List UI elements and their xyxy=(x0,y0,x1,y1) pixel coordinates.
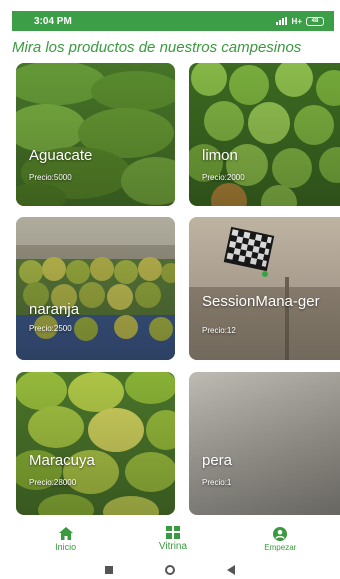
product-card-sessionmanager[interactable]: SessionMana-ger Precio:12 xyxy=(189,217,340,360)
product-name: Aguacate xyxy=(29,147,93,164)
nav-item-inicio[interactable]: Inicio xyxy=(31,526,101,552)
product-price: Precio:2000 xyxy=(202,173,245,182)
image-overlay xyxy=(16,63,175,206)
status-bar: 3:04 PM H+ 48 xyxy=(12,11,334,31)
account-icon xyxy=(273,526,288,541)
system-navigation-bar xyxy=(0,560,340,579)
nav-item-empezar[interactable]: Empezar xyxy=(245,526,315,552)
nav-item-vitrina[interactable]: Vitrina xyxy=(138,526,208,552)
image-overlay xyxy=(16,372,175,515)
image-overlay xyxy=(16,217,175,360)
product-name: naranja xyxy=(29,301,80,318)
nav-label: Empezar xyxy=(264,542,297,552)
product-card-maracuya[interactable]: Maracuya Precio:28000 xyxy=(16,372,175,515)
battery-icon: 48 xyxy=(306,16,324,26)
product-card-limon[interactable]: limon Precio:2000 xyxy=(189,63,340,206)
bottom-navigation: Inicio Vitrina Empezar xyxy=(12,518,334,560)
nav-label: Vitrina xyxy=(158,541,188,552)
app-screen: 3:04 PM H+ 48 Mira los productos de nues… xyxy=(0,0,340,579)
grid-icon xyxy=(165,526,180,539)
home-button-icon[interactable] xyxy=(164,564,176,576)
image-overlay xyxy=(189,217,340,360)
image-overlay xyxy=(189,63,340,206)
product-price: Precio:5000 xyxy=(29,173,72,182)
product-price: Precio:28000 xyxy=(29,478,77,487)
image-overlay xyxy=(189,372,340,515)
product-name: limon xyxy=(202,147,238,164)
product-name: pera xyxy=(202,452,233,469)
page-headline: Mira los productos de nuestros campesino… xyxy=(12,39,302,56)
recents-icon[interactable] xyxy=(104,565,114,575)
nav-label: Inicio xyxy=(55,541,77,552)
home-icon xyxy=(58,526,73,540)
status-icons: H+ 48 xyxy=(275,16,324,26)
product-name: Maracuya xyxy=(29,452,95,469)
status-time: 3:04 PM xyxy=(34,15,72,27)
product-price: Precio:12 xyxy=(202,326,236,335)
product-price: Precio:1 xyxy=(202,478,232,487)
product-card-aguacate[interactable]: Aguacate Precio:5000 xyxy=(16,63,175,206)
signal-icon xyxy=(275,17,287,25)
product-card-naranja[interactable]: naranja Precio:2500 xyxy=(16,217,175,360)
product-card-pera[interactable]: pera Precio:1 xyxy=(189,372,340,515)
product-name: SessionMana-ger xyxy=(202,293,320,310)
network-label: H+ xyxy=(291,16,302,26)
back-icon[interactable] xyxy=(226,564,236,575)
product-price: Precio:2500 xyxy=(29,324,72,333)
